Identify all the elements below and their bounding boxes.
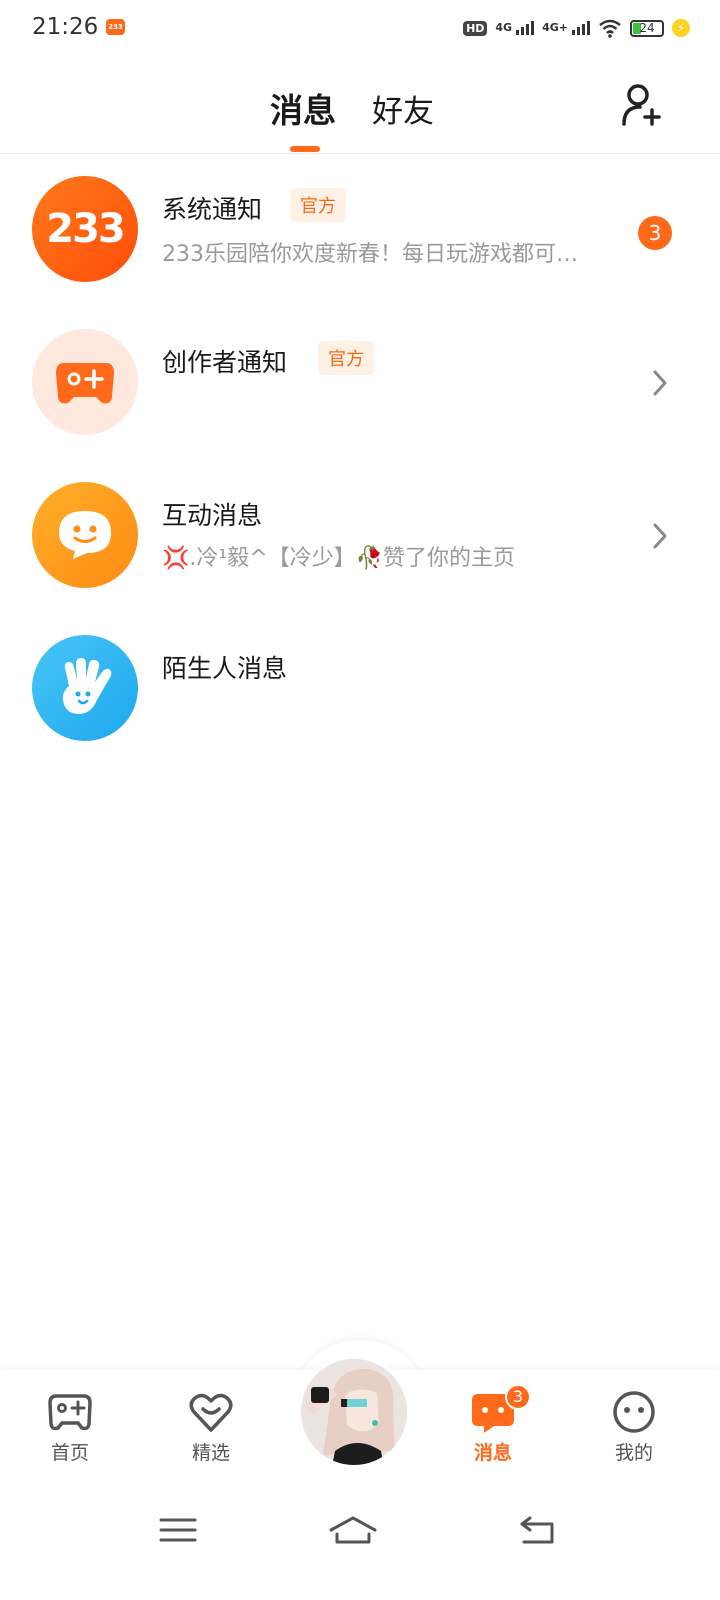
nav-label: 精选 — [191, 1442, 230, 1464]
hd-icon: HD — [463, 20, 488, 36]
list-item-system-notice[interactable]: 233 系统通知 官方 233乐园陪你欢度新春！每日玩游戏都可… 3 — [0, 154, 720, 304]
header: 消息 好友 — [0, 58, 720, 154]
interaction-avatar — [32, 482, 138, 588]
wifi-icon — [599, 19, 621, 38]
unread-badge: 3 — [638, 216, 672, 250]
nav-label: 消息 — [473, 1442, 512, 1464]
charging-icon: ⚡ — [672, 19, 690, 37]
back-icon[interactable] — [508, 1510, 568, 1550]
battery-icon: 24 — [630, 19, 664, 37]
gamepad-icon — [48, 1394, 92, 1431]
list-item-title: 互动消息 — [162, 501, 263, 530]
tab-messages[interactable]: 消息 — [270, 84, 336, 132]
nav-item-me[interactable]: 我的 — [584, 1370, 684, 1488]
smile-icon — [613, 1391, 655, 1433]
status-indicators: HD 4G 4G+ 24 ⚡ — [463, 14, 690, 42]
tab-friends[interactable]: 好友 — [372, 86, 434, 131]
profile-avatar[interactable] — [298, 1356, 410, 1468]
gamepad-plus-icon — [56, 363, 114, 404]
nav-badge: 3 — [505, 1384, 531, 1410]
heart-icon — [189, 1393, 233, 1432]
nav-item-featured[interactable]: 精选 — [161, 1370, 261, 1488]
list-item-creator-notice[interactable]: 创作者通知 官方 — [0, 307, 720, 457]
system-notice-avatar: 233 — [32, 176, 138, 282]
menu-icon[interactable] — [148, 1510, 208, 1550]
nav-item-home[interactable]: 首页 — [20, 1370, 120, 1488]
list-item-preview: 💢.冷¹毅^【冷少】🥀赞了你的主页 — [162, 546, 516, 571]
tab-indicator — [290, 146, 320, 152]
strangers-avatar — [32, 635, 138, 741]
list-item-preview: 233乐园陪你欢度新春！每日玩游戏都可… — [162, 242, 578, 267]
chevron-right-icon — [653, 523, 667, 549]
nav-label: 我的 — [614, 1442, 653, 1464]
list-item-title: 陌生人消息 — [162, 654, 288, 683]
list-item-title: 系统通知 — [162, 195, 263, 224]
chevron-right-icon — [653, 370, 667, 396]
signal-icon-2: 4G+ — [542, 21, 590, 35]
nav-item-messages[interactable]: 3 消息 — [443, 1370, 543, 1488]
status-time: 21:26 — [32, 14, 99, 40]
system-nav-bar — [0, 1488, 720, 1600]
creator-notice-avatar — [32, 329, 138, 435]
list-item-title: 创作者通知 — [162, 348, 288, 377]
nav-label: 首页 — [50, 1442, 89, 1464]
list-item-strangers[interactable]: 陌生人消息 — [0, 613, 720, 763]
app-notification-icon: 233 — [106, 19, 125, 35]
official-tag: 官方 — [290, 188, 346, 222]
hand-wave-icon — [62, 658, 112, 714]
official-tag: 官方 — [318, 341, 374, 375]
add-user-icon[interactable] — [618, 80, 668, 130]
status-bar: 21:26 233 HD 4G 4G+ 24 ⚡ — [0, 0, 720, 58]
signal-icon-1: 4G — [495, 21, 535, 35]
home-icon[interactable] — [323, 1510, 383, 1550]
list-item-interaction[interactable]: 互动消息 💢.冷¹毅^【冷少】🥀赞了你的主页 — [0, 460, 720, 610]
chat-smile-icon — [59, 511, 111, 559]
